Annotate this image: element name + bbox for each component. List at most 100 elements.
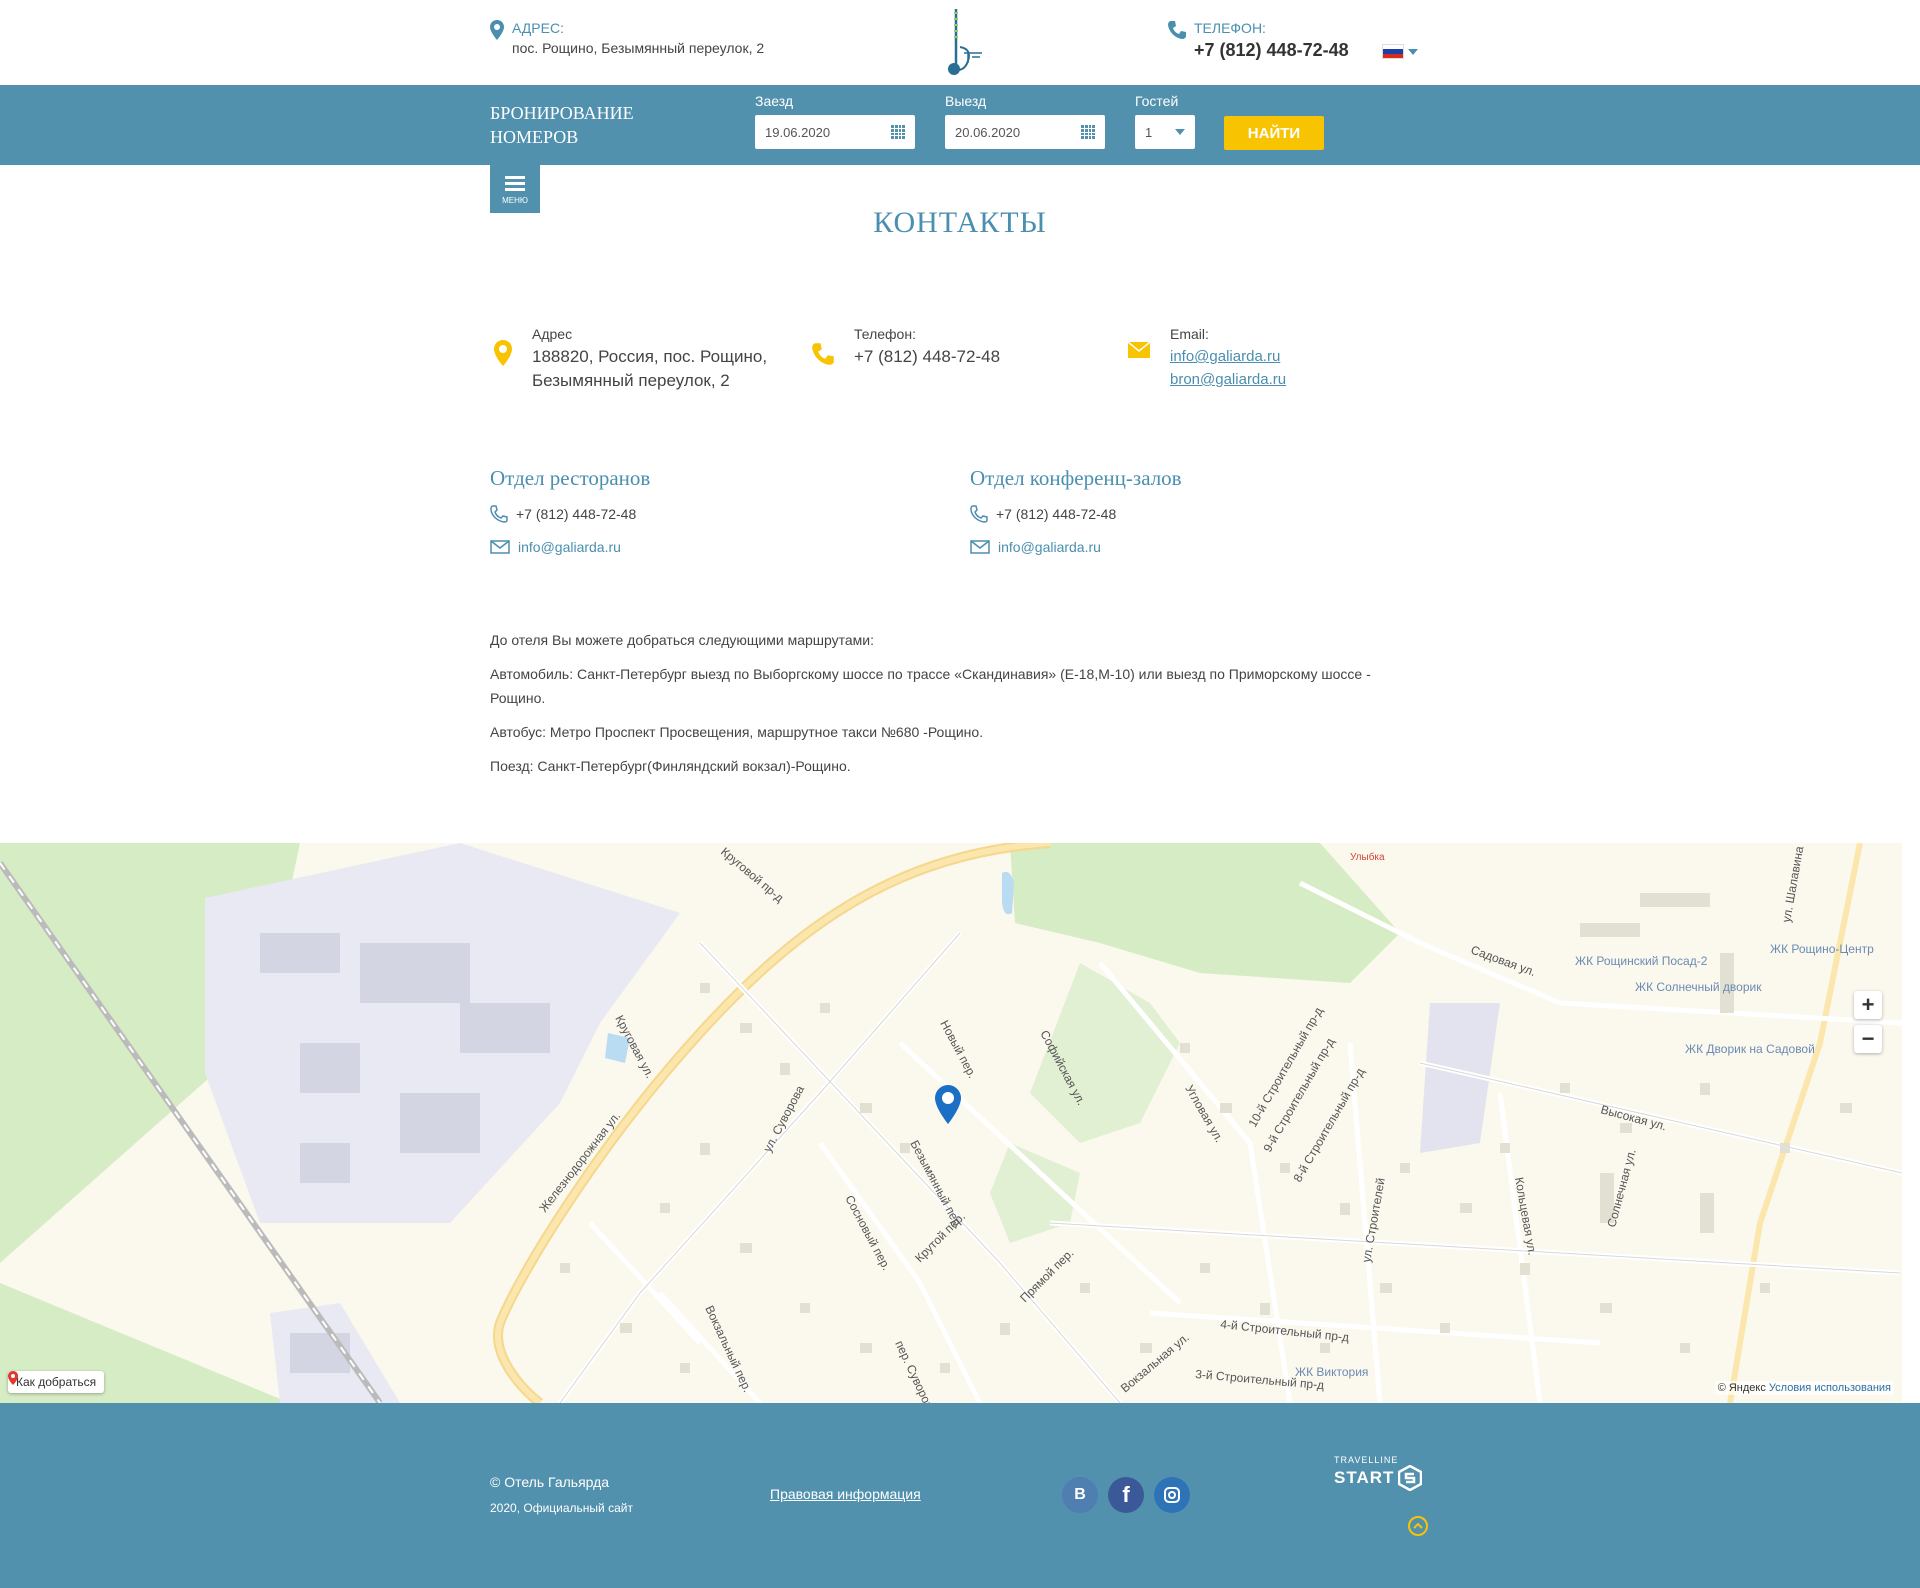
map-place-label: ЖК Солнечный дворик xyxy=(1635,980,1762,994)
vk-icon[interactable]: В xyxy=(1062,1477,1098,1513)
footer-copyright: © Отель Гальярда xyxy=(490,1474,609,1490)
contact-phone-label: Телефон: xyxy=(854,326,916,342)
department-email-link[interactable]: info@galiarda.ru xyxy=(998,539,1101,555)
checkout-field: Выезд 20.06.2020 xyxy=(945,93,1105,149)
instagram-icon[interactable] xyxy=(1154,1477,1190,1513)
contact-email-label: Email: xyxy=(1170,326,1209,342)
map-street-label: Высокая ул. xyxy=(1599,1102,1668,1133)
chevron-down-icon xyxy=(1175,129,1185,135)
department-email-row: info@galiarda.ru xyxy=(970,539,1182,555)
menu-label: Меню xyxy=(502,196,528,205)
email-link-bron[interactable]: bron@galiarda.ru xyxy=(1170,371,1286,388)
phone-outline-icon xyxy=(970,505,988,523)
department-phone-row: +7 (812) 448-72-48 xyxy=(970,505,1182,523)
contact-address-line2: Безымянный переулок, 2 xyxy=(532,371,730,390)
department-phone-row: +7 (812) 448-72-48 xyxy=(490,505,650,523)
contact-address-line1: 188820, Россия, пос. Рощино, xyxy=(532,347,768,366)
guests-select[interactable]: 1 xyxy=(1135,115,1195,149)
hotel-map-marker-icon[interactable] xyxy=(935,1085,961,1124)
map-street-label: Вокзальная ул. xyxy=(1118,1330,1192,1395)
map-copyright: © Яндекс Условия использования xyxy=(1714,1381,1894,1395)
contact-email: Email: info@galiarda.ru bron@galiarda.ru xyxy=(1128,326,1286,388)
calendar-icon[interactable] xyxy=(1081,125,1095,139)
department-restaurants: Отдел ресторанов +7 (812) 448-72-48 info… xyxy=(490,466,650,571)
map-place-label: ЖК Виктория xyxy=(1295,1365,1368,1379)
zoom-in-button[interactable]: + xyxy=(1854,991,1882,1019)
scroll-top-icon[interactable] xyxy=(1408,1516,1428,1536)
map-street-label: Круговой пр-д xyxy=(718,845,786,906)
routes-intro: До отеля Вы можете добраться следующими … xyxy=(490,632,875,648)
department-email-link[interactable]: info@galiarda.ru xyxy=(518,539,621,555)
checkin-field: Заезд 19.06.2020 xyxy=(755,93,915,149)
map-zoom-controls: + − xyxy=(1854,991,1882,1053)
language-selector[interactable] xyxy=(1382,44,1418,59)
top-header: Адрес: пос. Рощино, Безымянный переулок,… xyxy=(0,0,1920,85)
checkin-input[interactable]: 19.06.2020 xyxy=(755,115,915,149)
map-street-label: ул. Шалавина xyxy=(1779,845,1806,924)
routes-text: До отеля Вы можете добраться следующими … xyxy=(490,628,1410,788)
map-canvas[interactable]: Железнодорожная ул. Безымянный пер. Софи… xyxy=(0,843,1902,1403)
hotel-logo-icon[interactable] xyxy=(938,5,984,81)
phone-icon xyxy=(1168,21,1186,39)
yandex-map[interactable]: Железнодорожная ул. Безымянный пер. Софи… xyxy=(0,843,1902,1403)
department-title: Отдел конференц-залов xyxy=(970,466,1182,490)
russian-flag-icon xyxy=(1382,44,1404,59)
routes-bus: Автобус: Метро Проспект Просвещения, мар… xyxy=(490,724,984,740)
map-place-label: ЖК Дворик на Садовой xyxy=(1685,1042,1815,1056)
route-button[interactable]: Как добраться xyxy=(8,1371,105,1393)
phone-outline-icon xyxy=(490,505,508,523)
map-street-label: Прямой пер. xyxy=(1017,1246,1076,1305)
guests-value: 1 xyxy=(1145,124,1153,140)
hamburger-icon xyxy=(505,173,525,194)
contact-phone-value[interactable]: +7 (812) 448-72-48 xyxy=(854,345,1000,369)
department-conference: Отдел конференц-залов +7 (812) 448-72-48… xyxy=(970,466,1182,571)
map-street-label: Садовая ул. xyxy=(1469,943,1538,979)
checkout-value: 20.06.2020 xyxy=(955,124,1021,140)
map-place-label: ЖК Рощино-Центр xyxy=(1770,942,1874,956)
header-phone-label: Телефон: xyxy=(1194,20,1266,36)
booking-title: Бронирование номеров xyxy=(490,103,634,147)
department-phone[interactable]: +7 (812) 448-72-48 xyxy=(996,506,1116,522)
travelline-s-icon xyxy=(1398,1465,1423,1491)
checkin-value: 19.06.2020 xyxy=(765,124,831,140)
guests-label: Гостей xyxy=(1135,93,1179,109)
travelline-big-text: START xyxy=(1334,1468,1395,1487)
header-address-value: пос. Рощино, Безымянный переулок, 2 xyxy=(512,40,765,56)
location-pin-icon xyxy=(490,20,504,40)
guests-field: Гостей 1 xyxy=(1135,93,1195,149)
social-links: В f xyxy=(1062,1477,1190,1513)
find-button[interactable]: Найти xyxy=(1224,116,1324,150)
page-title: Контакты xyxy=(873,206,1047,239)
email-link-info[interactable]: info@galiarda.ru xyxy=(1170,348,1286,365)
calendar-icon[interactable] xyxy=(891,125,905,139)
route-pin-icon xyxy=(8,1371,18,1385)
envelope-outline-icon xyxy=(970,540,990,554)
phone-icon xyxy=(812,343,834,365)
header-phone: Телефон: +7 (812) 448-72-48 xyxy=(1168,20,1349,61)
footer-year: 2020, Официальный сайт xyxy=(490,1501,633,1515)
routes-train: Поезд: Санкт-Петербург(Финляндский вокза… xyxy=(490,758,851,774)
header-phone-value[interactable]: +7 (812) 448-72-48 xyxy=(1194,40,1349,61)
department-phone[interactable]: +7 (812) 448-72-48 xyxy=(516,506,636,522)
map-street-label: Железнодорожная ул. xyxy=(536,1109,623,1215)
checkout-label: Выезд xyxy=(945,93,987,109)
travelline-logo[interactable]: TRAVELLINE START xyxy=(1334,1455,1423,1491)
map-poi-label: Улыбка xyxy=(1350,851,1385,863)
footer: © Отель Гальярда 2020, Официальный сайт … xyxy=(0,1403,1920,1588)
checkin-label: Заезд xyxy=(755,93,794,109)
contact-address: Адрес 188820, Россия, пос. Рощино, Безым… xyxy=(494,326,767,393)
envelope-icon xyxy=(1128,342,1150,358)
footer-copyright-prefix: © xyxy=(490,1474,501,1490)
footer-hotel-link[interactable]: Отель Гальярда xyxy=(504,1474,609,1490)
envelope-outline-icon xyxy=(490,540,510,554)
legal-info-link[interactable]: Правовая информация xyxy=(770,1486,921,1502)
header-address: Адрес: пос. Рощино, Безымянный переулок,… xyxy=(490,20,764,56)
department-title: Отдел ресторанов xyxy=(490,466,651,490)
map-terms-link[interactable]: Условия использования xyxy=(1769,1382,1891,1394)
zoom-out-button[interactable]: − xyxy=(1854,1025,1882,1053)
map-street-label: Новый пер. xyxy=(937,1018,979,1081)
facebook-icon[interactable]: f xyxy=(1108,1477,1144,1513)
checkout-input[interactable]: 20.06.2020 xyxy=(945,115,1105,149)
department-email-row: info@galiarda.ru xyxy=(490,539,650,555)
route-button-label: Как добраться xyxy=(16,1375,97,1389)
